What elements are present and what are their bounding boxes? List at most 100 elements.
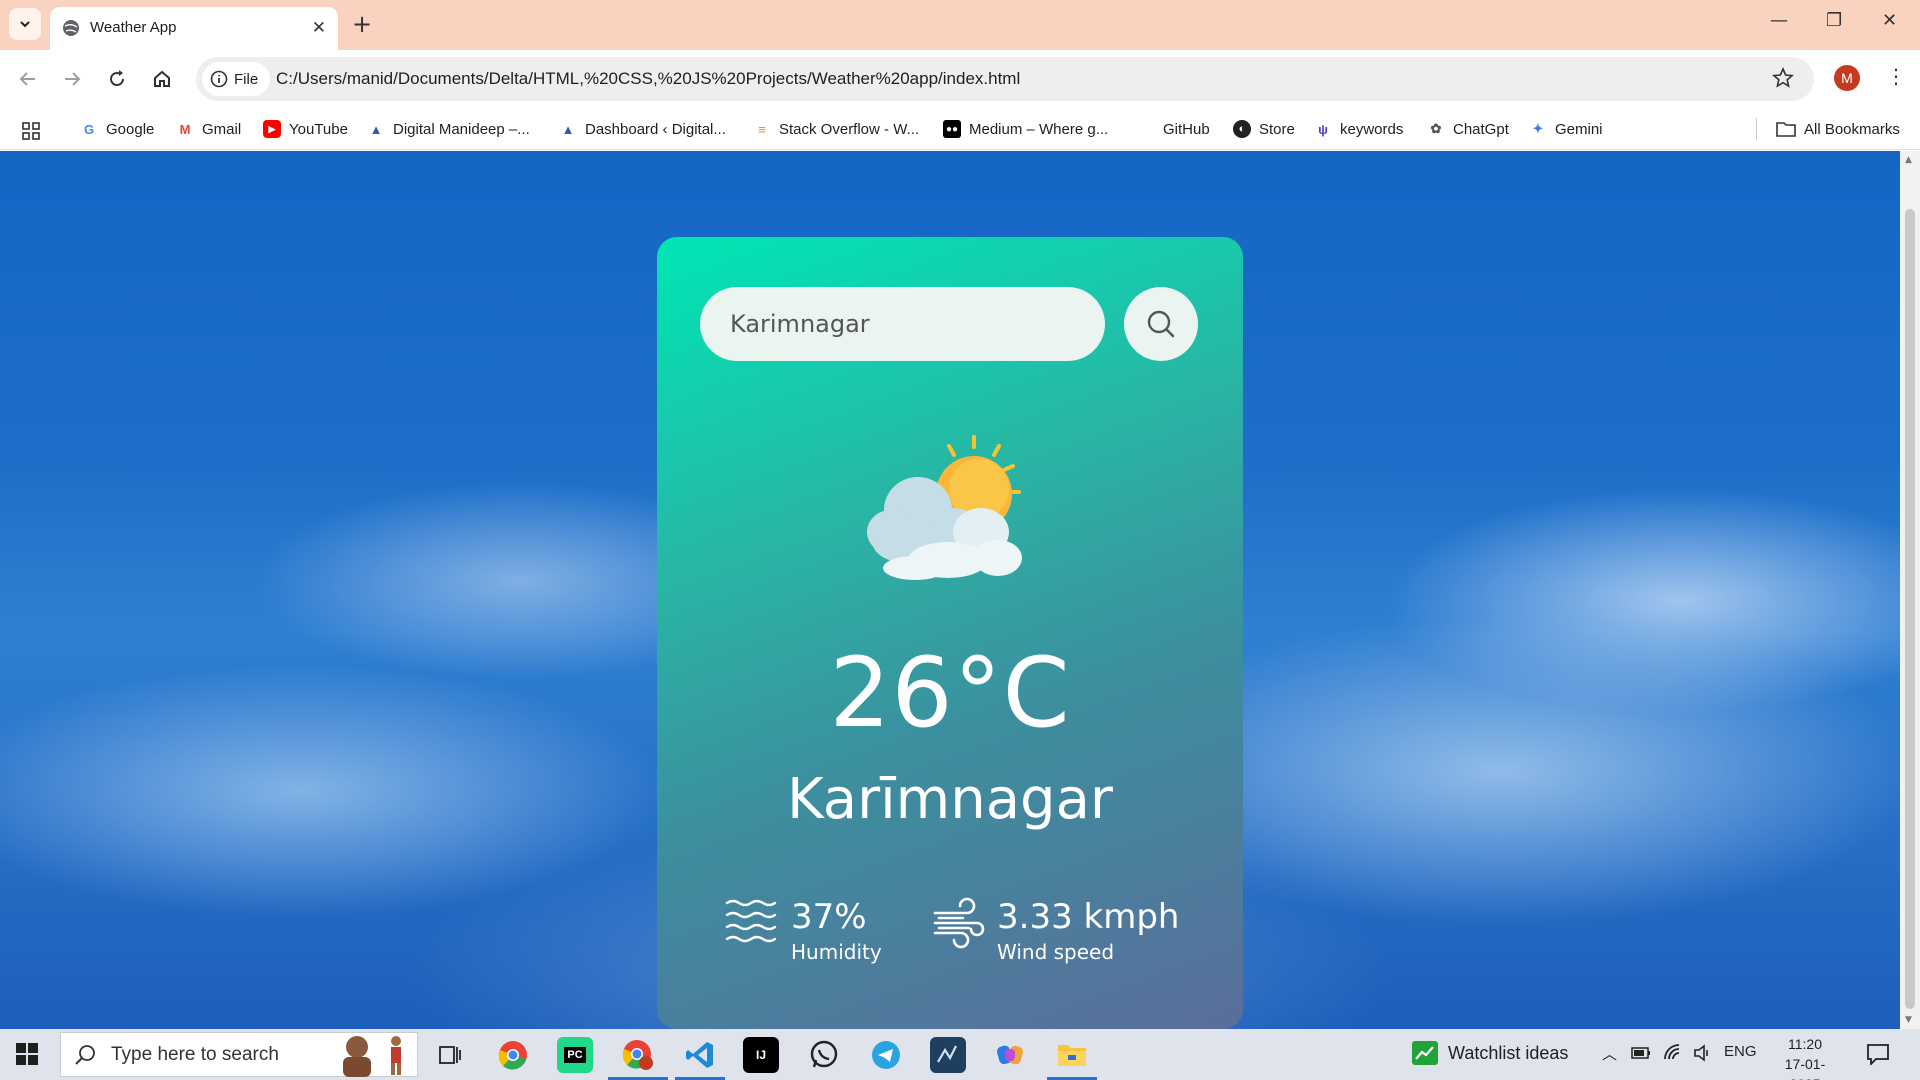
weather-page: 26°C Karīmnagar 37% Humidity xyxy=(0,151,1900,1029)
search-icon xyxy=(1147,310,1175,338)
store-icon: ◐ xyxy=(1233,120,1251,138)
notification-icon[interactable] xyxy=(1866,1043,1890,1065)
file-chip-label: File xyxy=(234,70,259,88)
wind-detail: 3.33 kmph Wind speed xyxy=(933,897,1179,967)
scroll-up-icon[interactable]: ▲ xyxy=(1905,155,1912,165)
bookmark-label: Gmail xyxy=(202,120,242,138)
bookmark-stack-overflow[interactable]: ≡ Stack Overflow - W... xyxy=(753,116,919,142)
bookmark-label: Stack Overflow - W... xyxy=(779,120,920,138)
search-icon xyxy=(75,1044,95,1065)
bookmark-gemini[interactable]: ✦ Gemini xyxy=(1529,116,1603,142)
bookmark-label: Gemini xyxy=(1555,120,1603,138)
forward-button[interactable] xyxy=(57,64,87,94)
home-icon xyxy=(154,70,170,87)
taskbar-search-placeholder: Type here to search xyxy=(111,1043,279,1065)
restore-icon[interactable]: ❐ xyxy=(1826,10,1842,31)
taskbar-clock[interactable]: 11:20 17-01-2025 xyxy=(1770,1034,1840,1080)
apps-grid-icon[interactable] xyxy=(22,122,40,140)
minimize-icon[interactable]: — xyxy=(1770,10,1788,31)
language-indicator[interactable]: ENG xyxy=(1724,1043,1757,1060)
gmail-icon: M xyxy=(179,121,191,137)
chrome-taskbar-app[interactable] xyxy=(495,1037,531,1073)
bookmark-github[interactable]: GitHub xyxy=(1163,116,1210,142)
wind-label: Wind speed xyxy=(997,940,1115,964)
back-button[interactable] xyxy=(13,64,43,94)
url-text[interactable]: C:/Users/manid/Documents/Delta/HTML,%20C… xyxy=(276,69,1020,89)
vscode-icon xyxy=(686,1042,713,1068)
bookmark-label: Google xyxy=(106,120,155,138)
windows-start-icon[interactable] xyxy=(16,1043,38,1065)
tab-search-button[interactable] xyxy=(9,8,41,40)
taskbar-search-box[interactable]: Type here to search xyxy=(60,1032,418,1077)
city-name: Karīmnagar xyxy=(787,767,1113,832)
scroll-thumb[interactable] xyxy=(1905,209,1915,1009)
tab-strip: Weather App ✕ + — ❐ ✕ xyxy=(0,0,1920,50)
bookmark-label: Digital Manideep –... xyxy=(393,120,530,138)
chatgpt-icon: ✿ xyxy=(1430,121,1442,136)
browser-toolbar: File C:/Users/manid/Documents/Delta/HTML… xyxy=(0,50,1920,108)
show-hidden-icons-icon[interactable]: ︿ xyxy=(1602,1043,1617,1064)
chevron-down-icon xyxy=(20,21,30,28)
file-explorer-taskbar-app[interactable] xyxy=(1054,1037,1090,1073)
bookmark-chatgpt[interactable]: ✿ ChatGpt xyxy=(1427,116,1509,142)
weather-card: 26°C Karīmnagar 37% Humidity xyxy=(657,237,1243,1029)
vscode-taskbar-app[interactable] xyxy=(682,1037,718,1073)
close-tab-icon[interactable]: ✕ xyxy=(312,18,326,38)
chrome-icon xyxy=(498,1041,527,1070)
wind-value: 3.33 kmph xyxy=(997,897,1180,937)
bookmark-label: Store xyxy=(1259,120,1295,138)
google-icon: G xyxy=(83,121,95,137)
address-bar[interactable]: File C:/Users/manid/Documents/Delta/HTML… xyxy=(196,57,1814,101)
close-window-icon[interactable]: ✕ xyxy=(1882,10,1897,31)
city-search-input[interactable] xyxy=(700,287,1105,361)
youtube-icon: ▶ xyxy=(263,120,281,138)
page-scrollbar[interactable]: ▲ ▼ xyxy=(1900,151,1920,1029)
chrome-profile-taskbar-app[interactable] xyxy=(620,1037,656,1073)
bookmark-store[interactable]: ◐ Store xyxy=(1233,116,1295,142)
reload-button[interactable] xyxy=(102,64,132,94)
telegram-taskbar-app[interactable] xyxy=(868,1037,904,1073)
bookmark-youtube[interactable]: ▶ YouTube xyxy=(263,116,348,142)
bookmark-digital-manideep[interactable]: ▲ Digital Manideep –... xyxy=(367,116,530,142)
home-button[interactable] xyxy=(147,64,177,94)
pycharm-taskbar-app[interactable]: PC xyxy=(557,1037,593,1073)
arrow-left-icon xyxy=(19,72,35,86)
menu-kebab-icon[interactable]: ⋮ xyxy=(1886,64,1906,88)
search-button[interactable] xyxy=(1124,287,1198,361)
search-highlight-illustration xyxy=(333,1033,407,1077)
chrome-profile-icon xyxy=(622,1040,653,1070)
mysql-workbench-taskbar-app[interactable] xyxy=(930,1037,966,1073)
bookmark-medium[interactable]: ●● Medium – Where g... xyxy=(943,116,1108,142)
wifi-icon[interactable] xyxy=(1663,1043,1683,1061)
copilot-icon xyxy=(996,1045,1023,1065)
task-view-button[interactable] xyxy=(432,1037,468,1073)
arrow-right-icon xyxy=(65,72,81,86)
scroll-down-icon[interactable]: ▼ xyxy=(1905,1015,1912,1025)
browser-tab[interactable]: Weather App ✕ xyxy=(50,7,338,50)
bookmark-gmail[interactable]: M Gmail xyxy=(176,116,242,142)
site-info-chip[interactable]: File xyxy=(202,62,270,96)
bookmark-dashboard[interactable]: ▲ Dashboard ‹ Digital... xyxy=(559,116,726,142)
copilot-taskbar-app[interactable] xyxy=(992,1037,1028,1073)
bookmark-google[interactable]: G Google xyxy=(80,116,154,142)
intellij-taskbar-app[interactable]: IJ xyxy=(743,1037,779,1073)
site-icon: ▲ xyxy=(561,121,575,137)
bookmark-label: ChatGpt xyxy=(1453,120,1509,138)
stackoverflow-icon: ≡ xyxy=(758,121,766,137)
windows-taskbar: Type here to search PC IJ Watchlist idea… xyxy=(0,1029,1920,1080)
bookmark-label: GitHub xyxy=(1163,120,1210,138)
bookmark-label: Dashboard ‹ Digital... xyxy=(585,120,726,138)
bookmark-star-icon[interactable] xyxy=(1772,67,1794,89)
medium-icon: ●● xyxy=(943,120,961,138)
bookmark-label: Medium – Where g... xyxy=(969,120,1109,138)
bookmark-keywords[interactable]: ψ keywords xyxy=(1314,116,1403,142)
whatsapp-taskbar-app[interactable] xyxy=(806,1037,842,1073)
clock-time: 11:20 xyxy=(1788,1036,1822,1052)
battery-icon[interactable] xyxy=(1631,1046,1651,1060)
new-tab-button[interactable]: + xyxy=(352,10,372,38)
profile-avatar[interactable]: M xyxy=(1834,65,1860,91)
watchlist-widget[interactable]: Watchlist ideas xyxy=(1412,1041,1568,1065)
speaker-icon[interactable] xyxy=(1693,1043,1711,1063)
all-bookmarks-button[interactable]: All Bookmarks xyxy=(1776,116,1900,142)
gemini-icon: ✦ xyxy=(1532,121,1544,136)
